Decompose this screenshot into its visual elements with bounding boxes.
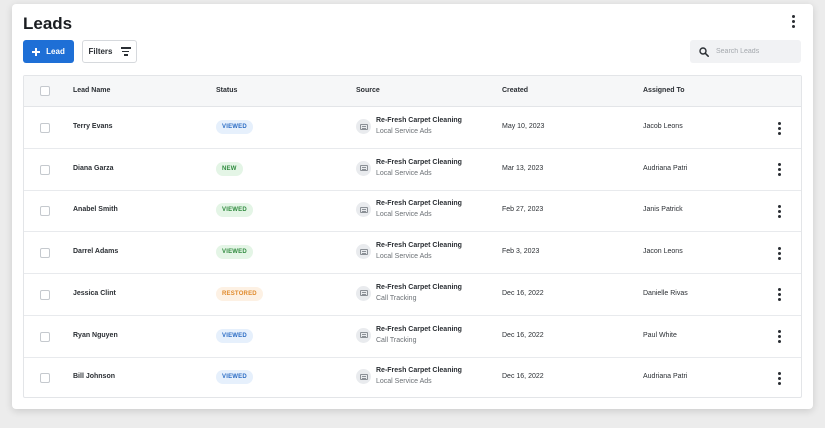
created-date: Dec 16, 2022 (502, 331, 544, 339)
assigned-to: Jacob Leons (643, 123, 683, 130)
source-name: Re-Fresh Carpet Cleaning (376, 200, 462, 208)
table-row[interactable]: Terry Evans VIEWED Re-Fresh Carpet Clean… (24, 107, 801, 149)
row-checkbox[interactable] (40, 289, 50, 300)
add-lead-button[interactable]: Lead (23, 40, 74, 63)
message-icon (356, 285, 371, 301)
table-row[interactable]: Anabel Smith VIEWED Re-Fresh Carpet Clea… (24, 190, 801, 233)
assigned-to: Jacon Leons (643, 248, 683, 256)
column-header-created[interactable]: Created (502, 87, 528, 94)
column-header-source[interactable]: Source (356, 87, 380, 94)
more-vertical-icon (777, 246, 781, 260)
table-row[interactable]: Bill Johnson VIEWED Re-Fresh Carpet Clea… (24, 357, 801, 397)
page-title: Leads (23, 14, 73, 33)
more-vertical-icon (777, 330, 781, 343)
source-channel: Local Service Ads (376, 378, 432, 386)
message-icon (356, 244, 371, 260)
status-badge: VIEWED (216, 120, 253, 134)
assigned-to: Audriana Patri (643, 373, 688, 381)
message-icon (356, 202, 371, 218)
table-row[interactable]: Diana Garza NEW Re-Fresh Carpet Cleaning… (24, 149, 801, 191)
row-more-button[interactable] (774, 330, 784, 344)
more-vertical-icon (777, 204, 781, 218)
source-name: Re-Fresh Carpet Cleaning (376, 283, 462, 291)
message-icon (356, 119, 371, 134)
source-name: Re-Fresh Carpet Cleaning (376, 325, 462, 333)
row-checkbox[interactable] (40, 373, 50, 384)
more-vertical-icon (777, 121, 781, 135)
row-checkbox[interactable] (40, 206, 50, 217)
filter-icon (120, 47, 131, 56)
source-name: Re-Fresh Carpet Cleaning (376, 367, 462, 375)
more-vertical-icon (791, 14, 795, 28)
table-row[interactable]: Ryan Nguyen VIEWED Re-Fresh Carpet Clean… (24, 316, 801, 358)
source-name: Re-Fresh Carpet Cleaning (376, 158, 462, 166)
more-vertical-icon (777, 163, 781, 177)
page-more-button[interactable] (785, 13, 801, 29)
status-badge: VIEWED (216, 328, 253, 343)
lead-name: Ryan Nguyen (73, 331, 118, 339)
source-channel: Local Service Ads (376, 128, 432, 135)
column-header-status[interactable]: Status (216, 87, 237, 94)
leads-card: Leads Lead Filters Lead Name Status Sour… (12, 4, 813, 409)
status-badge: VIEWED (216, 245, 253, 260)
assigned-to: Danielle Rivas (643, 289, 688, 297)
row-checkbox[interactable] (40, 164, 50, 175)
lead-name: Anabel Smith (73, 206, 118, 214)
table-row[interactable]: Darrel Adams VIEWED Re-Fresh Carpet Clea… (24, 232, 801, 275)
leads-table: Lead Name Status Source Created Assigned… (23, 75, 802, 398)
lead-name: Darrel Adams (73, 248, 119, 256)
status-badge: VIEWED (216, 370, 253, 385)
column-header-assigned-to[interactable]: Assigned To (643, 87, 684, 94)
assigned-to: Janis Patrick (643, 206, 683, 214)
row-checkbox[interactable] (40, 123, 50, 133)
source-channel: Call Tracking (376, 336, 417, 344)
created-date: Mar 13, 2023 (502, 164, 544, 172)
source-name: Re-Fresh Carpet Cleaning (376, 242, 462, 250)
plus-icon (32, 47, 41, 56)
row-more-button[interactable] (774, 121, 784, 135)
search-box (690, 40, 801, 63)
status-badge: NEW (216, 161, 243, 176)
source-channel: Local Service Ads (376, 211, 432, 219)
column-header-lead-name[interactable]: Lead Name (73, 87, 110, 94)
message-icon (356, 160, 371, 176)
more-vertical-icon (777, 288, 781, 302)
row-checkbox[interactable] (40, 331, 50, 342)
created-date: Dec 16, 2022 (502, 373, 544, 381)
search-icon (699, 46, 709, 57)
row-more-button[interactable] (774, 371, 784, 385)
message-icon (356, 369, 371, 385)
table-row[interactable]: Jessica Clint RESTORED Re-Fresh Carpet C… (24, 274, 801, 316)
row-more-button[interactable] (774, 163, 784, 177)
filters-label: Filters (88, 47, 113, 56)
created-date: Feb 27, 2023 (502, 206, 544, 214)
source-channel: Call Tracking (376, 294, 417, 302)
lead-name: Bill Johnson (73, 373, 115, 381)
search-input[interactable] (716, 48, 796, 55)
add-lead-label: Lead (46, 47, 65, 56)
lead-name: Diana Garza (73, 164, 114, 172)
table-header: Lead Name Status Source Created Assigned… (24, 76, 801, 107)
message-icon (356, 327, 371, 343)
status-badge: RESTORED (216, 286, 263, 301)
assigned-to: Audriana Patri (643, 164, 688, 172)
status-badge: VIEWED (216, 203, 253, 218)
source-channel: Local Service Ads (376, 169, 432, 177)
select-all-checkbox[interactable] (40, 86, 50, 96)
assigned-to: Paul White (643, 331, 677, 339)
created-date: May 10, 2023 (502, 123, 545, 130)
filters-button[interactable]: Filters (82, 40, 137, 63)
source-name: Re-Fresh Carpet Cleaning (376, 117, 462, 124)
row-checkbox[interactable] (40, 248, 50, 259)
created-date: Feb 3, 2023 (502, 248, 540, 256)
lead-name: Terry Evans (73, 123, 113, 130)
more-vertical-icon (777, 371, 781, 385)
row-more-button[interactable] (774, 288, 784, 302)
row-more-button[interactable] (774, 204, 784, 218)
created-date: Dec 16, 2022 (502, 289, 544, 297)
row-more-button[interactable] (774, 246, 784, 260)
source-channel: Local Service Ads (376, 253, 432, 261)
lead-name: Jessica Clint (73, 289, 116, 297)
